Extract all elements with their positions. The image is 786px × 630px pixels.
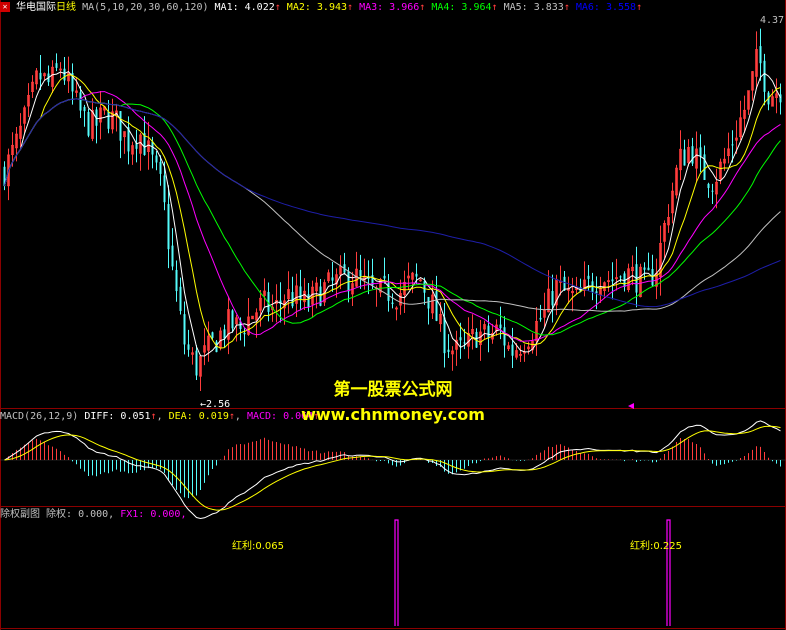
candle-body xyxy=(699,147,702,157)
candle-body xyxy=(107,111,110,129)
sub-legend: 除权副图 除权: 0.000, FX1: 0.000, xyxy=(0,508,186,522)
candle-body xyxy=(195,350,198,376)
candle-body xyxy=(231,310,234,329)
period-label[interactable]: 日线 xyxy=(56,2,76,13)
candle-body xyxy=(587,275,590,279)
candle-body xyxy=(563,276,566,291)
candle-body xyxy=(391,302,394,304)
stock-name: 华电国际 xyxy=(16,2,57,13)
candle-body xyxy=(647,267,650,271)
candle-body xyxy=(611,279,614,282)
candle-body xyxy=(151,141,154,155)
candle-body xyxy=(331,277,334,281)
watermark-url[interactable]: www.chnmoney.com xyxy=(0,405,786,424)
candle-body xyxy=(619,276,622,278)
dividend-spike-1 xyxy=(394,519,399,626)
candle-body xyxy=(463,342,466,344)
ma6-arrow: ↑ xyxy=(636,2,643,13)
candle-body xyxy=(55,63,58,68)
candle-body xyxy=(167,204,170,250)
candle-body xyxy=(447,349,450,352)
candle-body xyxy=(175,269,178,292)
candle-body xyxy=(79,92,82,111)
stock-chart[interactable] xyxy=(0,0,786,630)
candle-body xyxy=(83,106,86,112)
candle-body xyxy=(707,183,710,189)
candle-body xyxy=(307,294,310,308)
candle-body xyxy=(39,72,42,80)
candle-body xyxy=(731,144,734,146)
candle-body xyxy=(427,296,430,309)
candle-body xyxy=(179,286,182,311)
candle-body xyxy=(511,344,514,356)
candle-body xyxy=(155,155,158,163)
candle-body xyxy=(163,175,166,203)
ma2-value: MA2: 3.943 xyxy=(280,2,348,13)
candle-body xyxy=(643,267,646,270)
candle-body xyxy=(435,291,438,321)
candle-body xyxy=(595,291,598,294)
candle-body xyxy=(759,46,762,64)
candle-body xyxy=(299,286,302,300)
candle-body xyxy=(459,337,462,341)
ma4-value: MA4: 3.964 xyxy=(425,2,492,13)
candle-body xyxy=(487,325,490,338)
candle-body xyxy=(187,344,190,350)
candle-body xyxy=(119,111,122,141)
ma6-value: MA6: 3.558 xyxy=(569,2,637,13)
candle-body xyxy=(183,314,186,345)
candle-body xyxy=(159,161,162,174)
fx1-value: FX1: 0.000, xyxy=(120,509,187,520)
candle-body xyxy=(63,68,66,81)
candle-body xyxy=(171,245,174,267)
candle-body xyxy=(499,324,502,329)
candle-body xyxy=(503,327,506,346)
candle-body xyxy=(243,333,246,335)
ma-values: MA1: 4.022↑ MA2: 3.943↑ MA3: 3.966↑ MA4:… xyxy=(215,2,643,13)
sub-label: 除权副图 xyxy=(0,509,40,520)
candle-body xyxy=(423,281,426,293)
dividend-label-2: 红利:0.225 xyxy=(630,541,682,552)
candle-body xyxy=(383,275,386,279)
candle-body xyxy=(87,111,90,136)
candle-body xyxy=(211,332,214,338)
candle-body xyxy=(551,290,554,306)
candle-body xyxy=(691,146,694,164)
dividend-spike-2 xyxy=(666,519,671,626)
close-window-icon[interactable]: ✕ xyxy=(0,2,10,12)
candle-body xyxy=(683,149,686,166)
chuquan-value: 除权: 0.000, xyxy=(46,509,115,520)
dividend-label-1: 红利:0.065 xyxy=(232,541,284,552)
ma-label: MA(5,10,20,30,60,120) xyxy=(82,2,209,13)
top-right-price: 4.37 xyxy=(760,15,785,26)
ma3-value: MA3: 3.966 xyxy=(353,2,420,13)
candle-body xyxy=(539,317,542,320)
ma1-value: MA1: 4.022 xyxy=(214,2,275,13)
price-legend: ✕ 华电国际日线 MA(5,10,20,30,60,120) MA1: 4.02… xyxy=(0,1,642,15)
candle-body xyxy=(711,190,714,192)
candle-body xyxy=(443,317,446,354)
candle-body xyxy=(359,270,362,277)
watermark-title: 第一股票公式网 xyxy=(333,380,453,400)
ma5-value: MA5: 3.833 xyxy=(497,2,564,13)
candle-body xyxy=(415,273,418,277)
candle-body xyxy=(763,60,766,92)
candle-body xyxy=(223,329,226,339)
